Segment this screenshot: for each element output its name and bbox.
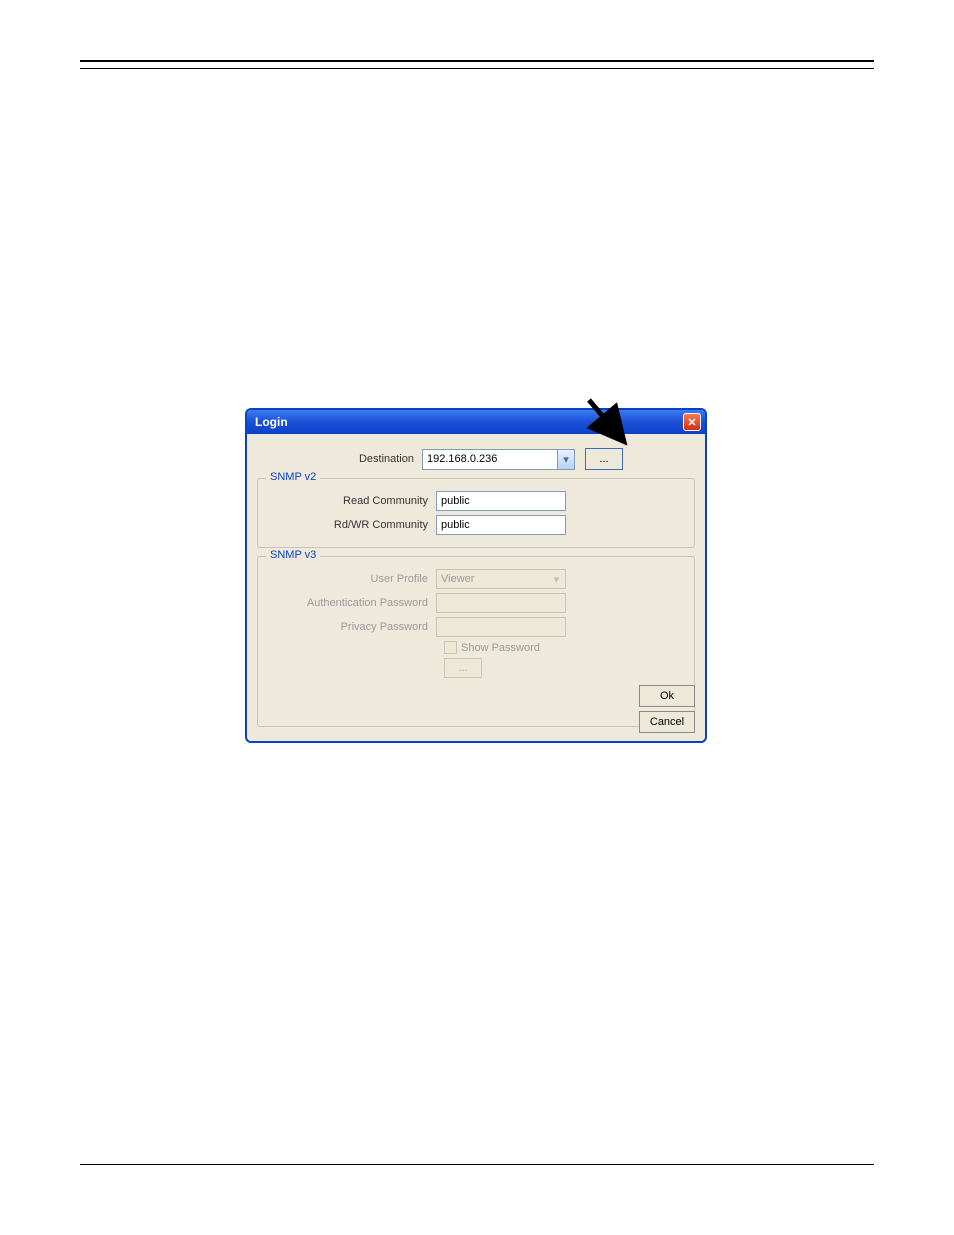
snmp-v3-legend: SNMP v3 [266,549,320,561]
read-community-label: Read Community [266,495,436,507]
show-password-checkbox: Show Password [444,641,686,654]
ok-button[interactable]: Ok [639,685,695,707]
auth-password-input [436,593,566,613]
snmp-v3-group: SNMP v3 User Profile Viewer ▾ Authentica… [257,556,695,727]
snmp-v2-legend: SNMP v2 [266,471,320,483]
rdwr-community-label: Rd/WR Community [266,519,436,531]
destination-browse-button[interactable]: ... [585,448,623,470]
chevron-down-icon: ▾ [557,450,574,469]
rdwr-community-input[interactable] [436,515,566,535]
destination-combo[interactable]: 192.168.0.236 ▾ [422,449,575,470]
checkbox-icon [444,641,457,654]
read-community-input[interactable] [436,491,566,511]
snmp-v2-group: SNMP v2 Read Community Rd/WR Community [257,478,695,548]
footer-rule [80,1164,874,1165]
user-profile-label: User Profile [266,573,436,585]
snmp-v3-more-button: ... [444,658,482,678]
destination-label: Destination [257,453,422,465]
close-button[interactable]: ✕ [683,413,701,431]
titlebar: Login ✕ [247,410,705,434]
show-password-label: Show Password [461,642,540,654]
user-profile-value: Viewer [441,573,474,585]
dialog-title: Login [255,415,288,429]
header-rule-thick [80,60,874,62]
user-profile-combo: Viewer ▾ [436,569,566,589]
chevron-down-icon: ▾ [548,570,565,588]
privacy-password-label: Privacy Password [266,621,436,633]
close-icon: ✕ [687,416,696,429]
login-dialog: Login ✕ Destination 192.168.0.236 ▾ ... … [245,408,707,743]
privacy-password-input [436,617,566,637]
header-rule-thin [80,68,874,69]
cancel-button[interactable]: Cancel [639,711,695,733]
destination-value: 192.168.0.236 [427,453,497,465]
auth-password-label: Authentication Password [266,597,436,609]
